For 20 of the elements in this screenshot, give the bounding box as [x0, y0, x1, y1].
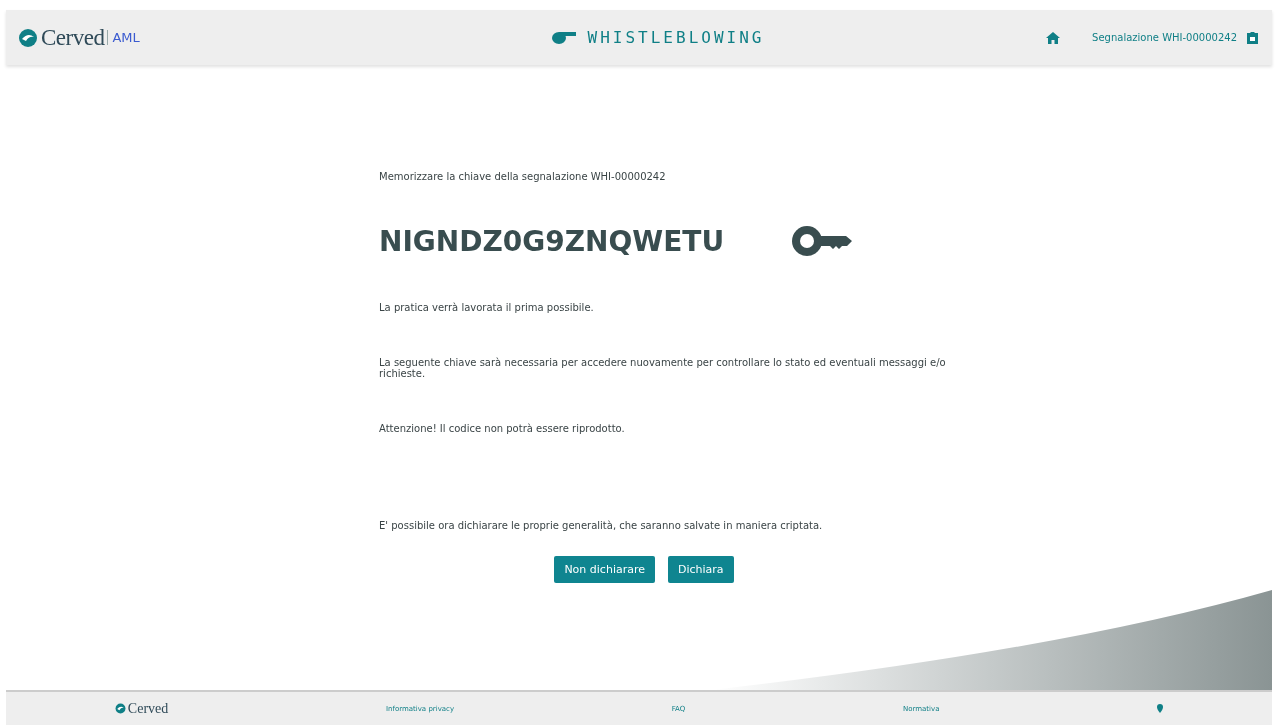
logo-icon: [114, 703, 126, 714]
action-button[interactable]: Dichiara: [668, 556, 734, 583]
info-paragraph: La pratica verrà lavorata il prima possibile.: [379, 302, 595, 313]
whistle-icon: [551, 31, 576, 44]
report-label: Segnalazione WHI-00000242: [1092, 32, 1237, 43]
app-title: WHISTLEBLOWING: [587, 28, 765, 47]
location-pin-icon[interactable]: [1157, 704, 1164, 713]
info-paragraph: Attenzione! Il codice non potrà essere riprodotto.: [379, 423, 626, 434]
product-name: AML: [107, 30, 140, 45]
intro-text: Memorizzare la chiave della segnalazione WHI-00000242: [379, 171, 667, 182]
declare-text: E' possibile ora dichiarare le proprie generalità, che saranno salvate in maniera criptata.: [379, 520, 824, 531]
report-key: NIGNDZ0G9ZNQWETU: [379, 224, 725, 258]
action-button[interactable]: Non dichiarare: [554, 556, 655, 583]
home-icon[interactable]: [1046, 31, 1061, 44]
clipboard-icon[interactable]: [1247, 31, 1258, 44]
logo-icon: [18, 27, 38, 48]
footer-brand: Cerved: [127, 700, 169, 717]
brand-logo: Cerved: [41, 24, 105, 51]
key-icon: [792, 224, 853, 258]
info-paragraph: La seguente chiave sarà necessaria per accedere nuovamente per controllare lo stato ed eventuali messaggi e/o richieste.: [379, 357, 947, 379]
